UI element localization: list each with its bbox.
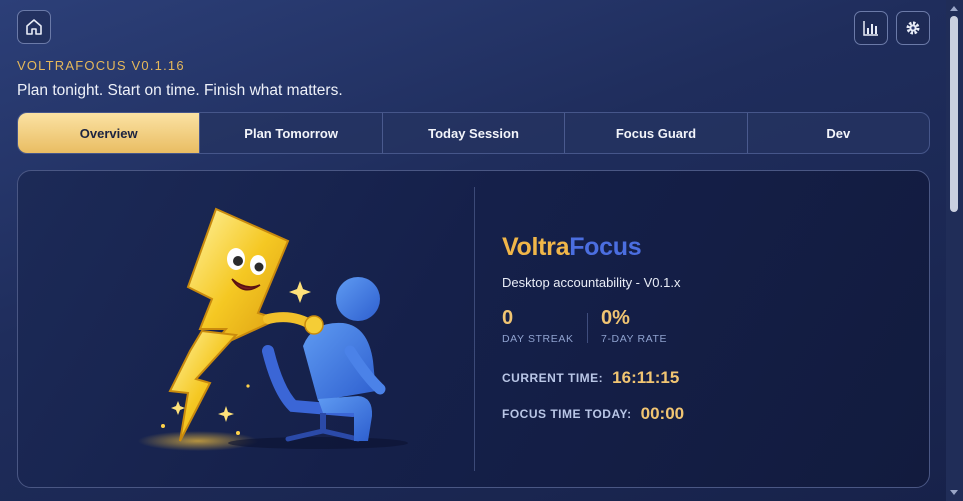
stats-button[interactable] xyxy=(854,11,888,45)
current-time-label: CURRENT TIME: xyxy=(502,371,604,385)
app-version: VOLTRAFOCUS V0.1.16 xyxy=(17,58,185,73)
mascot-illustration xyxy=(138,207,408,451)
card-divider xyxy=(474,187,475,471)
brand-subtitle: Desktop accountability - V0.1.x xyxy=(502,275,681,290)
scroll-up-arrow-icon[interactable] xyxy=(950,6,958,11)
gear-icon xyxy=(906,21,920,35)
brand-part-focus: Focus xyxy=(569,233,642,261)
tab-overview[interactable]: Overview xyxy=(18,113,200,153)
seven-day-rate-value: 0% xyxy=(601,307,630,329)
day-streak-label: DAY STREAK xyxy=(502,333,574,345)
day-streak-value: 0 xyxy=(502,307,514,329)
tab-today-session[interactable]: Today Session xyxy=(381,113,564,153)
app-tagline: Plan tonight. Start on time. Finish what… xyxy=(17,82,343,99)
scroll-down-arrow-icon[interactable] xyxy=(950,490,958,495)
brand-part-voltra: Voltra xyxy=(502,233,570,261)
current-time-row: CURRENT TIME: 16:11:15 xyxy=(502,368,679,388)
focus-time-label: FOCUS TIME TODAY: xyxy=(502,407,632,421)
vertical-scrollbar[interactable] xyxy=(946,0,963,501)
seven-day-rate-stat: 0% 7-DAY RATE xyxy=(601,307,667,345)
home-icon xyxy=(26,19,42,35)
scrollbar-thumb[interactable] xyxy=(950,16,958,212)
seven-day-rate-label: 7-DAY RATE xyxy=(601,333,668,345)
tab-dev[interactable]: Dev xyxy=(746,113,929,153)
settings-button[interactable] xyxy=(896,11,930,45)
tab-bar: Overview Plan Tomorrow Today Session Foc… xyxy=(17,112,930,154)
tab-focus-guard[interactable]: Focus Guard xyxy=(564,113,746,153)
bar-chart-icon xyxy=(863,21,878,36)
overview-card: VoltraFocus Desktop accountability - V0.… xyxy=(17,170,930,488)
focus-time-value: 00:00 xyxy=(640,404,685,423)
current-time-value: 16:11:15 xyxy=(612,368,680,387)
home-button[interactable] xyxy=(17,10,51,44)
focus-time-row: FOCUS TIME TODAY: 00:00 xyxy=(502,404,684,424)
stat-divider xyxy=(587,313,588,343)
day-streak-stat: 0 DAY STREAK xyxy=(502,307,574,345)
brand-wordmark: VoltraFocus xyxy=(502,233,642,262)
tab-plan-tomorrow[interactable]: Plan Tomorrow xyxy=(199,113,381,153)
